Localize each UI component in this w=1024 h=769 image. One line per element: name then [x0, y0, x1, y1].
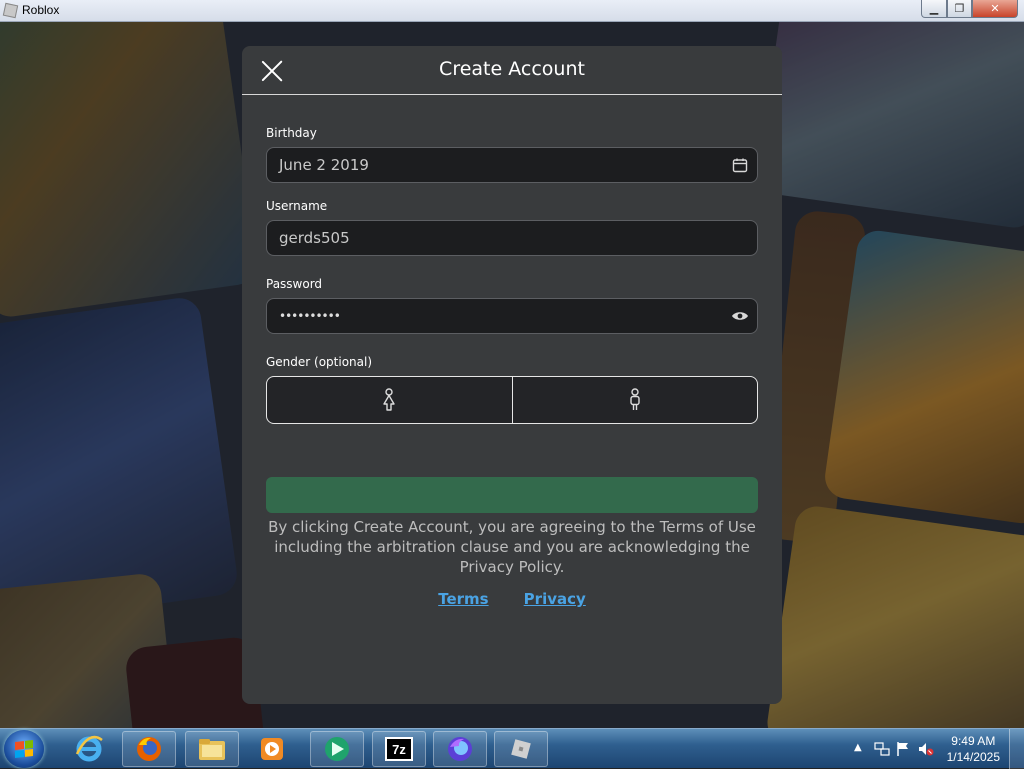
- birthday-value: June 2 2019: [279, 156, 369, 174]
- maximize-button[interactable]: ❐: [947, 0, 972, 18]
- gender-female-button[interactable]: [267, 377, 512, 423]
- password-value: ••••••••••: [279, 309, 341, 323]
- windows-logo-icon: [15, 740, 33, 758]
- gender-male-button[interactable]: [511, 377, 758, 423]
- internet-explorer-icon[interactable]: [62, 731, 116, 767]
- calendar-icon[interactable]: [723, 157, 757, 173]
- firefox-icon[interactable]: [122, 731, 176, 767]
- 7zip-label: 7z: [385, 737, 413, 761]
- privacy-link[interactable]: Privacy: [524, 590, 586, 608]
- legal-links: Terms Privacy: [242, 589, 782, 608]
- window-title: Roblox: [22, 3, 60, 17]
- dialog-header: Create Account: [242, 46, 782, 95]
- username-input[interactable]: gerds505: [266, 220, 758, 256]
- password-label: Password: [266, 277, 323, 291]
- 7zip-icon[interactable]: 7z: [372, 731, 426, 767]
- system-tray: ▲ 9:49 AM 1/14/2025: [834, 729, 1024, 769]
- window-title-bar: Roblox ▁ ❐ ✕: [0, 0, 1024, 22]
- gender-selector: [266, 376, 758, 424]
- file-explorer-icon[interactable]: [185, 731, 239, 767]
- eye-icon[interactable]: [723, 310, 757, 322]
- app-icon[interactable]: [310, 731, 364, 767]
- volume-muted-icon[interactable]: [918, 741, 934, 757]
- terms-link[interactable]: Terms: [438, 590, 488, 608]
- media-player-icon[interactable]: [245, 731, 299, 767]
- male-icon: [630, 388, 640, 410]
- network-icon[interactable]: [874, 741, 890, 757]
- legal-notice: By clicking Create Account, you are agre…: [268, 518, 756, 576]
- birthday-field[interactable]: June 2 2019: [266, 147, 758, 183]
- clock-date: 1/14/2025: [946, 750, 1000, 764]
- birthday-label: Birthday: [266, 126, 317, 140]
- username-value: gerds505: [279, 229, 350, 247]
- dialog-title: Create Account: [439, 58, 585, 80]
- gender-label: Gender (optional): [266, 355, 373, 369]
- show-hidden-icons-icon[interactable]: ▲: [854, 742, 862, 753]
- window-controls: ▁ ❐ ✕: [921, 0, 1018, 18]
- female-icon: [383, 388, 395, 411]
- action-center-flag-icon[interactable]: [896, 741, 910, 757]
- show-desktop-button[interactable]: [1009, 729, 1024, 769]
- close-window-button[interactable]: ✕: [972, 0, 1018, 18]
- password-input[interactable]: ••••••••••: [266, 298, 758, 334]
- firefox-nightly-icon[interactable]: [433, 731, 487, 767]
- create-account-dialog: Create Account Birthday June 2 2019 User…: [242, 46, 782, 704]
- minimize-button[interactable]: ▁: [921, 0, 947, 18]
- roblox-icon[interactable]: [494, 731, 548, 767]
- start-button[interactable]: [4, 730, 44, 768]
- clock[interactable]: 9:49 AM 1/14/2025: [947, 733, 1000, 765]
- clock-time: 9:49 AM: [951, 734, 996, 748]
- create-account-button[interactable]: [266, 477, 758, 513]
- taskbar: 7z ▲ 9:49 AM 1/14/2025: [0, 728, 1024, 769]
- username-label: Username: [266, 199, 328, 213]
- roblox-app-icon: [2, 2, 19, 19]
